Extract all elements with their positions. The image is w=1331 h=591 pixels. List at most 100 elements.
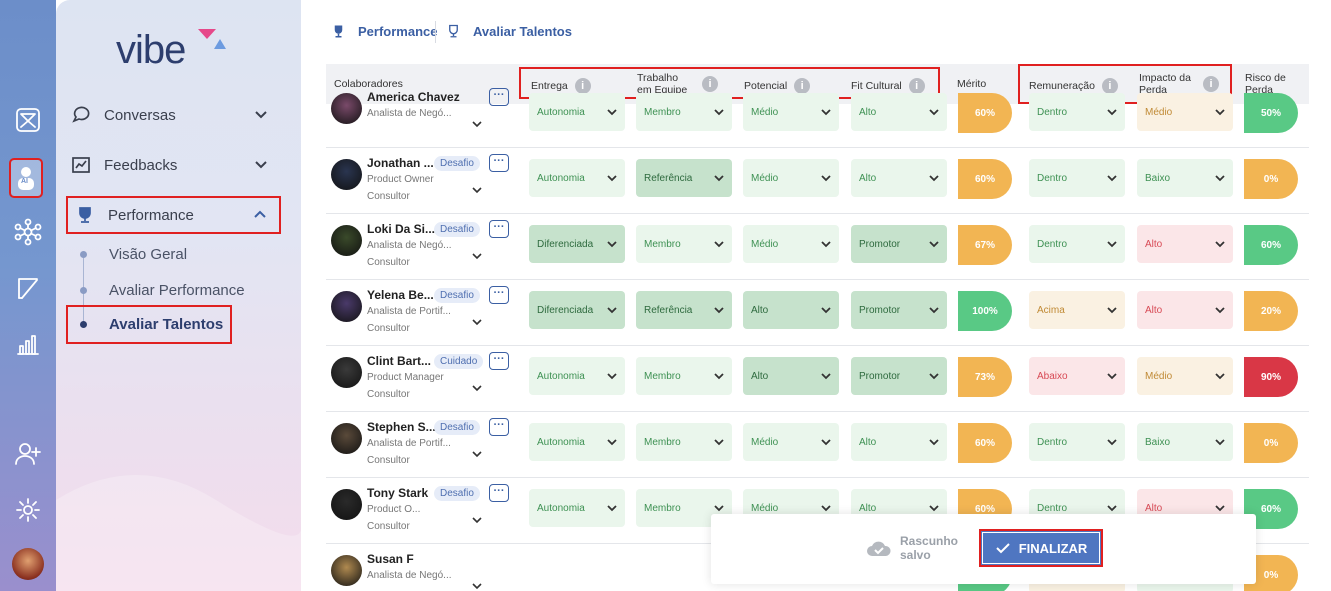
decorative-wave [56,475,301,591]
more-options-button[interactable]: ··· [489,286,509,304]
more-options-button[interactable]: ··· [489,418,509,436]
collaborator-role: Analista de Negó... [367,570,452,581]
trabalho-select[interactable]: Referência [636,291,732,329]
entrega-select[interactable]: Autonomia [529,159,625,197]
fit-select[interactable]: Promotor [851,357,947,395]
impacto-select[interactable]: Baixo [1137,423,1233,461]
fit-select[interactable]: Promotor [851,291,947,329]
impacto-select[interactable]: Médio [1137,93,1233,131]
select-value: Alto [751,304,769,316]
avatar [331,357,362,388]
potencial-select[interactable]: Alto [743,357,839,395]
collaborator-name[interactable]: Stephen S... [367,420,436,434]
entrega-select[interactable]: Diferenciada [529,291,625,329]
select-value: Membro [644,370,681,382]
more-options-button[interactable]: ··· [489,220,509,238]
select-value: Autonomia [537,502,585,514]
gear-icon[interactable] [12,494,44,526]
trabalho-select[interactable]: Membro [636,357,732,395]
chevron-down-icon [929,371,939,381]
collaborator-name[interactable]: Yelena Be... [367,288,434,302]
avatar [331,159,362,190]
breadcrumb-performance[interactable]: Performance [331,24,437,39]
table-row: America Chavez Analista de Negó... ··· Auto… [326,82,1309,148]
fit-select[interactable]: Alto [851,93,947,131]
chevron-down-icon[interactable] [471,446,483,458]
remuneracao-select[interactable]: Dentro [1029,423,1125,461]
remuneracao-select[interactable]: Dentro [1029,159,1125,197]
entrega-select[interactable]: Autonomia [529,489,625,527]
impacto-select[interactable]: Alto [1137,225,1233,263]
sidebar-item-feedbacks[interactable]: Feedbacks [70,149,280,181]
entrega-select[interactable]: Autonomia [529,93,625,131]
breadcrumb-avaliar-talentos[interactable]: Avaliar Talentos [446,24,572,39]
chevron-down-icon[interactable] [471,512,483,524]
select-value: Membro [644,106,681,118]
subitem-visao-geral[interactable]: Visão Geral [109,246,187,263]
fit-select[interactable]: Alto [851,159,947,197]
trabalho-select[interactable]: Membro [636,423,732,461]
impacto-select[interactable]: Alto [1137,291,1233,329]
remuneracao-select[interactable]: Acima [1029,291,1125,329]
potencial-select[interactable]: Médio [743,93,839,131]
chevron-down-icon[interactable] [471,314,483,326]
remuneracao-select[interactable]: Dentro [1029,225,1125,263]
more-options-button[interactable]: ··· [489,484,509,502]
select-value: Médio [1145,106,1173,118]
chevron-down-icon[interactable] [471,380,483,392]
merit-score: 60% [958,93,1012,133]
risk-score: 60% [1244,225,1298,265]
potencial-select[interactable]: Médio [743,423,839,461]
fit-select[interactable]: Alto [851,423,947,461]
finalize-button[interactable]: FINALIZAR [979,529,1103,567]
table-row: Loki Da Si... Analista de Negó... Consulto… [326,214,1309,280]
risk-score: 0% [1244,159,1298,199]
avatar[interactable] [12,548,44,580]
more-options-button[interactable]: ··· [489,154,509,172]
entrega-select[interactable]: Diferenciada [529,225,625,263]
chevron-down-icon[interactable] [471,182,483,194]
inbox-icon[interactable] [12,104,44,136]
select-value: Referência [644,172,693,184]
bar-chart-icon[interactable] [12,328,44,360]
more-options-button[interactable]: ··· [489,352,509,370]
add-user-icon[interactable] [12,438,44,470]
select-value: Dentro [1037,106,1068,118]
select-value: Médio [751,238,779,250]
chevron-down-icon[interactable] [471,116,483,128]
subitem-avaliar-talentos-box[interactable]: Avaliar Talentos [66,305,232,344]
chevron-down-icon [714,371,724,381]
more-options-button[interactable]: ··· [489,88,509,106]
sidebar-item-performance[interactable]: Performance [66,196,281,234]
chevron-down-icon [1107,173,1117,183]
entrega-select[interactable]: Autonomia [529,357,625,395]
potencial-select[interactable]: Alto [743,291,839,329]
chevron-down-icon[interactable] [471,248,483,260]
collaborator-name[interactable]: Clint Bart... [367,354,431,368]
trabalho-select[interactable]: Referência [636,159,732,197]
collaborator-name[interactable]: Tony Stark [367,486,428,500]
potencial-select[interactable]: Médio [743,225,839,263]
potencial-select[interactable]: Médio [743,159,839,197]
collaborator-name[interactable]: America Chavez [367,90,460,104]
entrega-select[interactable]: Autonomia [529,423,625,461]
impacto-select[interactable]: Baixo [1137,159,1233,197]
trabalho-select[interactable]: Membro [636,93,732,131]
collaborator-name[interactable]: Loki Da Si... [367,222,435,236]
avatar [331,93,362,124]
chevron-down-icon[interactable] [471,578,483,590]
impacto-select[interactable]: Médio [1137,357,1233,395]
sidebar-item-conversas[interactable]: Conversas [70,99,280,131]
remuneracao-select[interactable]: Dentro [1029,93,1125,131]
subitem-avaliar-performance[interactable]: Avaliar Performance [109,282,245,299]
user-ai-icon[interactable]: AI [9,158,43,198]
chevron-down-icon [714,305,724,315]
fit-select[interactable]: Promotor [851,225,947,263]
collaborator-name[interactable]: Jonathan ... [367,156,434,170]
network-icon[interactable] [12,216,44,248]
select-value: Alto [859,106,877,118]
edit-icon[interactable] [12,272,44,304]
collaborator-name[interactable]: Susan F [367,552,414,566]
remuneracao-select[interactable]: Abaixo [1029,357,1125,395]
trabalho-select[interactable]: Membro [636,225,732,263]
